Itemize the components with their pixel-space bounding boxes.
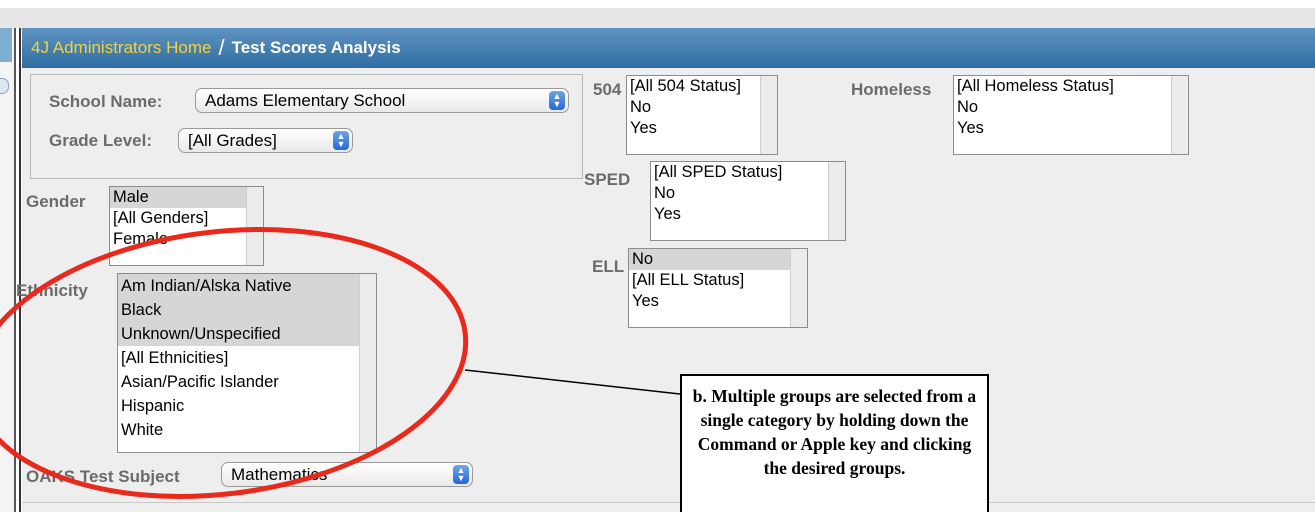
breadcrumb-home-link[interactable]: 4J Administrators Home (31, 38, 211, 58)
top-strip (0, 0, 1315, 8)
scrollbar[interactable] (790, 249, 807, 327)
list-option[interactable]: No (651, 183, 845, 204)
page-title: Test Scores Analysis (231, 38, 401, 57)
updown-arrows-icon: ▲ ▼ (333, 131, 349, 150)
grade-level-label: Grade Level: (49, 131, 152, 150)
ethnicity-listbox[interactable]: Am Indian/Alska Native Black Unknown/Uns… (117, 273, 377, 453)
divider (19, 28, 21, 512)
school-name-select[interactable]: Adams Elementary School ▲ ▼ (195, 88, 569, 113)
oaks-test-subject-label: OAKS Test Subject (26, 467, 180, 486)
list-option[interactable]: No (954, 97, 1188, 118)
list-option[interactable]: Am Indian/Alska Native (118, 274, 376, 298)
list-option[interactable]: Female (110, 229, 263, 250)
scrollbar[interactable] (828, 162, 845, 240)
504-listbox[interactable]: [All 504 Status] No Yes (626, 75, 778, 155)
ethnicity-label: Ethnicity (16, 281, 88, 300)
homeless-label: Homeless (851, 80, 932, 99)
updown-arrows-icon: ▲ ▼ (453, 465, 469, 484)
divider (14, 28, 16, 512)
list-option[interactable]: Yes (627, 118, 777, 139)
grade-level-value: [All Grades] (188, 131, 277, 150)
page-header: 4J Administrators Home / Test Scores Ana… (22, 28, 1315, 68)
list-option[interactable]: [All Ethnicities] (118, 346, 376, 370)
list-option[interactable]: Yes (651, 204, 845, 225)
list-option[interactable]: No (627, 97, 777, 118)
list-option[interactable]: No (629, 249, 807, 270)
scrollbar[interactable] (1171, 76, 1188, 154)
sped-label: SPED (584, 170, 631, 189)
updown-arrows-icon: ▲ ▼ (549, 91, 565, 110)
breadcrumb-separator: / (218, 35, 225, 60)
divider (22, 502, 1315, 503)
oaks-test-subject-value: Mathematics (231, 465, 328, 484)
school-name-label: School Name: (49, 92, 163, 111)
list-option[interactable]: Yes (954, 118, 1188, 139)
list-option[interactable]: Hispanic (118, 394, 376, 418)
list-option[interactable]: Asian/Pacific Islander (118, 370, 376, 394)
ell-label: ELL (592, 257, 625, 276)
ell-listbox[interactable]: No [All ELL Status] Yes (628, 248, 808, 328)
homeless-listbox[interactable]: [All Homeless Status] No Yes (953, 75, 1189, 155)
list-option[interactable]: Unknown/Unspecified (118, 322, 376, 346)
oaks-test-subject-select[interactable]: Mathematics ▲ ▼ (221, 462, 473, 487)
left-rail-tab[interactable] (0, 28, 12, 62)
callout-text: b. Multiple groups are selected from a s… (692, 386, 977, 478)
504-label: 504 (593, 80, 622, 99)
list-option[interactable]: Male (110, 187, 263, 208)
callout-note: b. Multiple groups are selected from a s… (680, 374, 989, 512)
list-option[interactable]: Yes (629, 291, 807, 312)
list-option[interactable]: [All Homeless Status] (954, 76, 1188, 97)
list-option[interactable]: Black (118, 298, 376, 322)
left-rail (0, 28, 14, 512)
sped-listbox[interactable]: [All SPED Status] No Yes (650, 161, 846, 241)
gender-listbox[interactable]: Male [All Genders] Female (109, 186, 264, 266)
scrollbar[interactable] (359, 274, 376, 452)
list-option[interactable]: White (118, 418, 376, 442)
scrollbar[interactable] (760, 76, 777, 154)
grade-level-select[interactable]: [All Grades] ▲ ▼ (178, 128, 353, 153)
gender-label: Gender (26, 192, 86, 211)
list-option[interactable]: [All SPED Status] (651, 162, 845, 183)
list-option[interactable]: [All Genders] (110, 208, 263, 229)
browser-toolbar-strip (0, 8, 1315, 28)
list-option[interactable]: [All ELL Status] (629, 270, 807, 291)
scrollbar[interactable] (246, 187, 263, 265)
school-name-value: Adams Elementary School (205, 91, 406, 110)
list-option[interactable]: [All 504 Status] (627, 76, 777, 97)
